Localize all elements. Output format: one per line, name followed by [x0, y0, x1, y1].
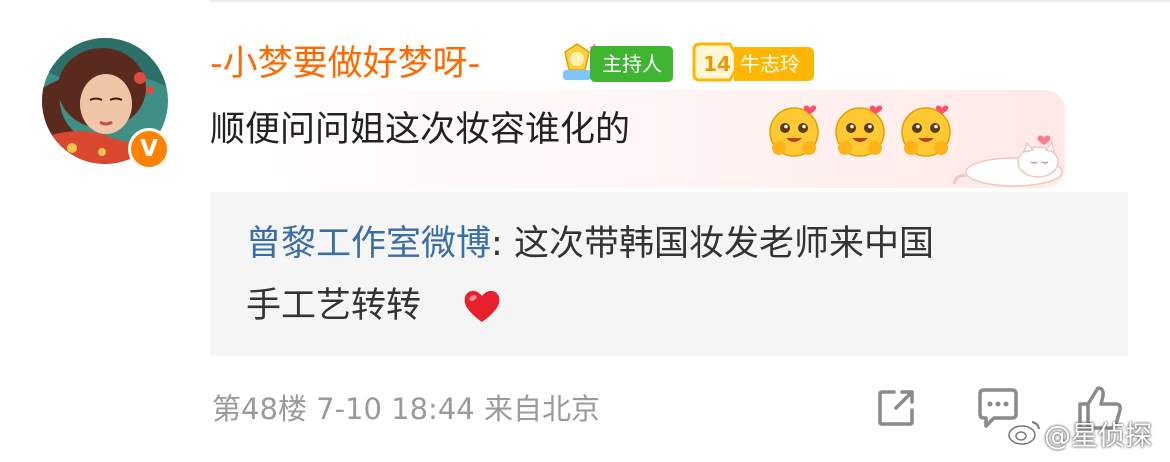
- floor-number: 第48楼: [212, 392, 307, 426]
- location: 来自北京: [483, 392, 600, 426]
- reply-author-link[interactable]: 曾黎工作室微博: [246, 224, 491, 264]
- share-icon[interactable]: [872, 384, 920, 432]
- verified-badge: V: [128, 128, 170, 170]
- host-badge: 主持人: [590, 46, 673, 82]
- reply-text-line-2: 手工艺转转: [246, 286, 422, 326]
- hug-emoji-icon: [769, 105, 819, 157]
- fan-level-number: 14: [703, 52, 731, 76]
- heart-emoji-icon: [464, 290, 500, 322]
- reply-separator: :: [491, 224, 514, 264]
- fan-group-label: 牛志玲: [734, 47, 814, 81]
- timestamp: 7-10 18:44: [316, 392, 475, 426]
- comment-meta: 第48楼 7-10 18:44 来自北京: [212, 388, 600, 430]
- hug-emoji-icon: [835, 105, 885, 157]
- comment-text: 顺便问问姐这次妆容谁化的: [210, 110, 631, 150]
- reply-line-2: 手工艺转转: [246, 280, 421, 332]
- sleeping-cat-decoration: [952, 135, 1063, 187]
- reply-line-1: 曾黎工作室微博: 这次带韩国妆发老师来中国: [246, 218, 934, 270]
- weibo-logo-icon: [1008, 421, 1040, 445]
- reply-text-line-1: 这次带韩国妆发老师来中国: [513, 224, 934, 264]
- username[interactable]: -小梦要做好梦呀-: [210, 40, 480, 88]
- emoji-row: [766, 100, 956, 160]
- top-divider: [210, 0, 1170, 2]
- watermark-text: @星侦探: [1044, 421, 1152, 452]
- hug-emoji-icon: [901, 105, 951, 157]
